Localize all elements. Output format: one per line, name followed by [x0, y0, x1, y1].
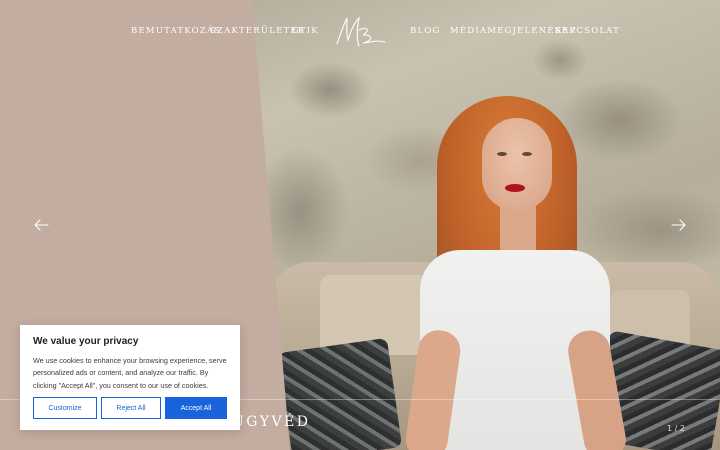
- cookie-banner: We value your privacy We use cookies to …: [20, 325, 240, 430]
- customize-button[interactable]: Customize: [33, 397, 97, 419]
- arrow-right-icon[interactable]: [671, 218, 687, 232]
- nav-item-blog[interactable]: BLOG: [410, 26, 440, 36]
- patterned-pillow: [277, 337, 403, 450]
- signature-logo-icon[interactable]: [333, 12, 387, 52]
- arrow-left-icon[interactable]: [33, 218, 49, 232]
- slide-counter: 1 / 2: [667, 424, 685, 433]
- reject-all-button[interactable]: Reject All: [101, 397, 161, 419]
- accept-all-button[interactable]: Accept All: [165, 397, 227, 419]
- nav-item-gyik[interactable]: GYIK: [292, 26, 319, 36]
- woman-face: [482, 118, 552, 210]
- cookie-text: We use cookies to enhance your browsing …: [33, 356, 227, 390]
- woman-eye: [497, 152, 507, 156]
- nav-item-bemutatkozas[interactable]: BEMUTATKOZÁS: [131, 26, 221, 36]
- woman-eye: [522, 152, 532, 156]
- main-nav: BEMUTATKOZÁS SZAKTERÜLETEK GYIK BLOG MÉD…: [0, 0, 720, 64]
- cookie-title: We value your privacy: [33, 336, 139, 347]
- hero-title: ÜGYVÉD: [232, 414, 311, 430]
- cookie-buttons: Customize Reject All Accept All: [33, 397, 227, 419]
- nav-item-kapcsolat[interactable]: KAPCSOLAT: [555, 26, 620, 36]
- woman-lips: [505, 184, 525, 192]
